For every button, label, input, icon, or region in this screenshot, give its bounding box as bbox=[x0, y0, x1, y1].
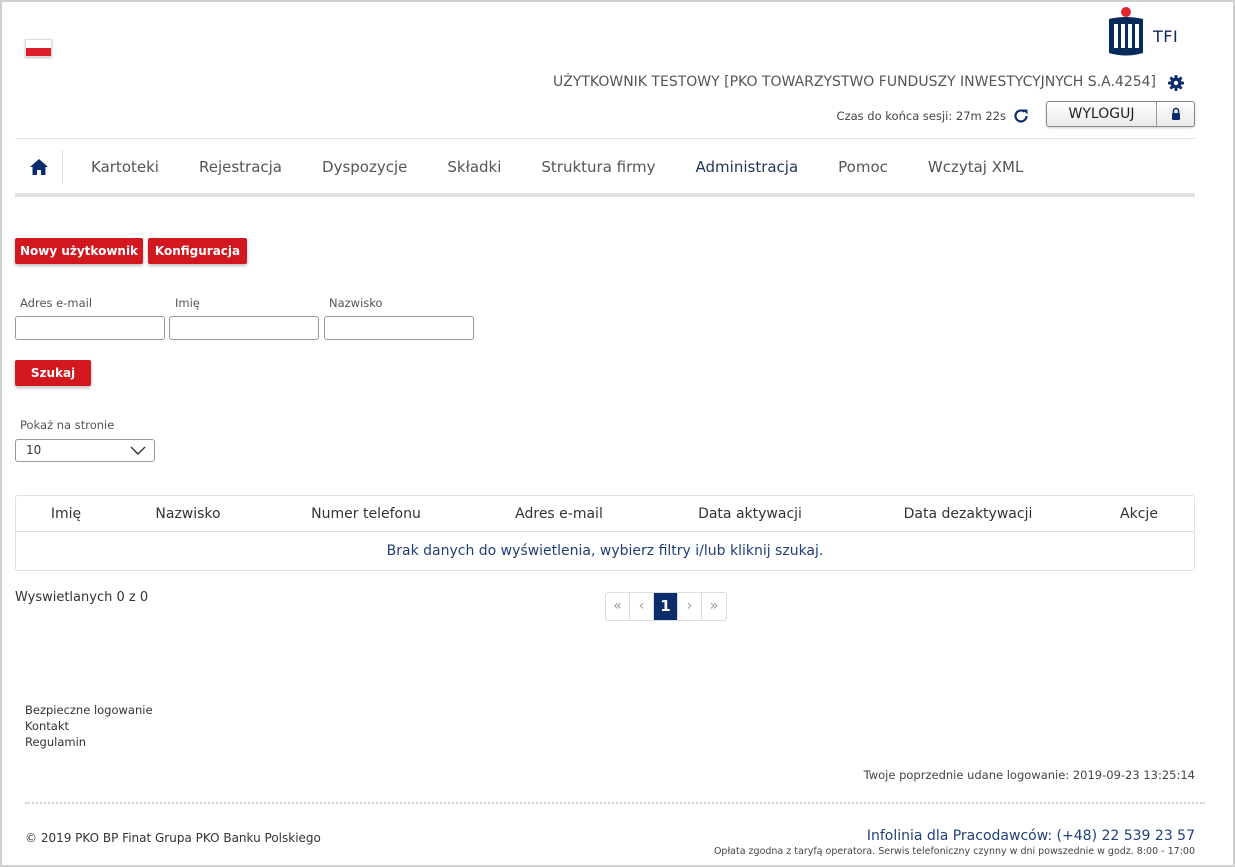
table-header: Imię Nazwisko Numer telefonu Adres e-mai… bbox=[16, 496, 1194, 532]
hotline-note: Opłata zgodna z taryfą operatora. Serwis… bbox=[713, 846, 1195, 857]
page-size-value: 10 bbox=[26, 443, 42, 457]
nav-item-rejestracja[interactable]: Rejestracja bbox=[179, 158, 302, 176]
page-first-button[interactable]: « bbox=[606, 593, 630, 620]
footer-link-contact[interactable]: Kontakt bbox=[25, 719, 69, 733]
email-input[interactable] bbox=[15, 316, 165, 340]
footer-link-terms[interactable]: Regulamin bbox=[25, 735, 86, 749]
nav-underline bbox=[15, 193, 1195, 197]
nav-item-pomoc[interactable]: Pomoc bbox=[818, 158, 908, 176]
col-actions: Akcje bbox=[1120, 506, 1158, 522]
logo-tfi-text: TFI bbox=[1153, 27, 1179, 46]
users-table: Imię Nazwisko Numer telefonu Adres e-mai… bbox=[15, 495, 1195, 571]
page-size-select[interactable]: 10 bbox=[15, 439, 155, 462]
nav-item-skladki[interactable]: Składki bbox=[427, 158, 521, 176]
nav-item-administracja[interactable]: Administracja bbox=[676, 158, 819, 176]
page-next-button[interactable]: › bbox=[678, 593, 702, 620]
home-icon bbox=[29, 158, 48, 175]
nav-item-dyspozycje[interactable]: Dyspozycje bbox=[302, 158, 427, 176]
results-count: Wyswietlanych 0 z 0 bbox=[15, 590, 149, 605]
nav-item-struktura-firmy[interactable]: Struktura firmy bbox=[521, 158, 675, 176]
lock-icon bbox=[1171, 107, 1180, 120]
pagination: « ‹ 1 › » bbox=[605, 592, 727, 621]
refresh-icon[interactable] bbox=[1012, 107, 1030, 125]
gear-icon[interactable] bbox=[1168, 75, 1184, 91]
home-button[interactable] bbox=[15, 149, 63, 184]
footer-divider bbox=[25, 802, 1205, 804]
pko-logo-icon bbox=[1109, 7, 1143, 56]
col-first-name[interactable]: Imię bbox=[51, 496, 81, 532]
col-last-name[interactable]: Nazwisko bbox=[155, 496, 220, 532]
page-size-label: Pokaż na stronie bbox=[20, 418, 115, 432]
logout-button[interactable]: WYLOGUJ bbox=[1046, 101, 1195, 127]
copyright: © 2019 PKO BP Finat Grupa PKO Banku Pols… bbox=[25, 831, 321, 845]
last-login-info: Twoje poprzednie udane logowanie: 2019-0… bbox=[863, 768, 1195, 782]
table-empty-message: Brak danych do wyświetlenia, wybierz fil… bbox=[386, 543, 824, 559]
last-name-label: Nazwisko bbox=[329, 296, 383, 310]
col-email[interactable]: Adres e-mail bbox=[515, 496, 603, 532]
logout-label: WYLOGUJ bbox=[1047, 102, 1157, 126]
new-user-button[interactable]: Nowy użytkownik bbox=[15, 238, 143, 264]
last-name-input[interactable] bbox=[324, 316, 474, 340]
chevron-down-icon bbox=[130, 446, 146, 455]
col-activation-date[interactable]: Data aktywacji bbox=[698, 496, 802, 532]
search-button[interactable]: Szukaj bbox=[15, 360, 91, 386]
window-frame bbox=[0, 0, 1235, 867]
nav-item-kartoteki[interactable]: Kartoteki bbox=[71, 158, 179, 176]
col-deactivation-date[interactable]: Data dezaktywacji bbox=[904, 496, 1033, 532]
col-phone[interactable]: Numer telefonu bbox=[311, 496, 421, 532]
page-current-button[interactable]: 1 bbox=[654, 593, 678, 620]
first-name-input[interactable] bbox=[169, 316, 319, 340]
config-button[interactable]: Konfiguracja bbox=[148, 238, 247, 264]
page-last-button[interactable]: » bbox=[702, 593, 726, 620]
first-name-label: Imię bbox=[175, 296, 200, 310]
hotline: Infolinia dla Pracodawców: (+48) 22 539 … bbox=[866, 828, 1195, 844]
page-prev-button[interactable]: ‹ bbox=[630, 593, 654, 620]
footer-link-secure-login[interactable]: Bezpieczne logowanie bbox=[25, 703, 153, 717]
nav-item-wczytaj-xml[interactable]: Wczytaj XML bbox=[908, 158, 1043, 176]
session-timer: Czas do końca sesji: 27m 22s bbox=[836, 109, 1006, 123]
main-nav: Kartoteki Rejestracja Dyspozycje Składki… bbox=[15, 139, 1195, 194]
user-name: UŻYTKOWNIK TESTOWY [PKO TOWARZYSTWO FUND… bbox=[552, 74, 1156, 90]
email-label: Adres e-mail bbox=[20, 296, 93, 310]
polish-flag-icon[interactable] bbox=[25, 39, 52, 57]
